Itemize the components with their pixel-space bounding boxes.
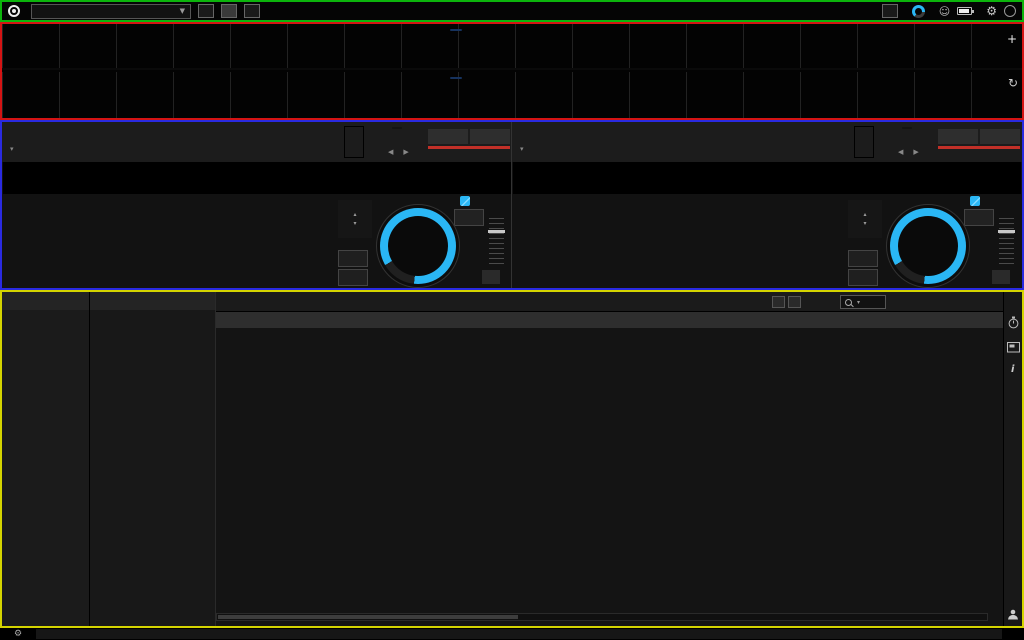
- app-logo: [8, 5, 24, 17]
- key-badge: [392, 127, 402, 129]
- scrollbar-thumb[interactable]: [218, 615, 518, 619]
- search-input[interactable]: ▾: [840, 295, 886, 309]
- tempo-range-indicator: [938, 146, 1020, 149]
- settings-gear-icon[interactable]: ⚙: [986, 5, 997, 17]
- deck-2: ▾ ◀ ▶: [512, 122, 1022, 288]
- master-button[interactable]: [428, 129, 468, 144]
- jog-wheel[interactable]: [886, 204, 970, 288]
- prelisten-stopwatch-icon[interactable]: [1007, 316, 1020, 329]
- search-filter-caret-icon[interactable]: ▾: [857, 299, 860, 306]
- smartmix-settings-icon[interactable]: ⚙: [14, 630, 22, 639]
- quantize-button[interactable]: [992, 270, 1010, 284]
- info-icon[interactable]: i: [1011, 364, 1014, 375]
- jog-display: [388, 216, 448, 276]
- link-button[interactable]: [882, 4, 898, 18]
- pitch-nudge[interactable]: ◀ ▶: [388, 148, 409, 156]
- deck-waveform-canvas[interactable]: [3, 162, 511, 194]
- deck-header: ▾ ◀ ▶: [512, 122, 1022, 162]
- table-toolbar: ▾: [216, 292, 1006, 312]
- assistant-smiley-icon[interactable]: ☺: [939, 6, 950, 17]
- rec-button[interactable]: [244, 4, 260, 18]
- fx-button[interactable]: [198, 4, 214, 18]
- library-section: ▾ i: [0, 290, 1024, 628]
- slip-button[interactable]: [454, 209, 484, 226]
- waveform-overview: + ↻: [0, 22, 1024, 120]
- pitch-nudge[interactable]: ◀ ▶: [898, 148, 919, 156]
- user-profile-icon[interactable]: [1007, 609, 1019, 620]
- loop-down-icon[interactable]: ▾: [863, 220, 866, 227]
- library-header: [2, 292, 89, 310]
- loop-up-icon[interactable]: ▴: [353, 211, 356, 218]
- beat-offset-badge: [450, 29, 462, 31]
- pitch-meter[interactable]: [344, 126, 364, 158]
- slip-mode-badge: [970, 196, 980, 206]
- fader-handle[interactable]: [998, 230, 1015, 233]
- volume-fader[interactable]: [999, 218, 1014, 264]
- beatmatch-refresh-icon[interactable]: ↻: [1008, 76, 1018, 90]
- deck-waveform-strip[interactable]: [513, 162, 1021, 194]
- overview-waveform-canvas[interactable]: [2, 72, 1022, 118]
- table-header: [216, 312, 1006, 328]
- layout-select[interactable]: ▼: [31, 4, 191, 19]
- quantize-button[interactable]: [482, 270, 500, 284]
- play-button[interactable]: [848, 269, 878, 286]
- sync-button[interactable]: [980, 129, 1020, 144]
- loop-size-control[interactable]: ▴ ▾: [848, 200, 882, 238]
- help-icon[interactable]: [1004, 5, 1016, 17]
- slip-mode-badge: [460, 196, 470, 206]
- battery-icon: [957, 7, 972, 15]
- loop-up-icon[interactable]: ▴: [863, 211, 866, 218]
- horizontal-scrollbar[interactable]: [216, 613, 988, 621]
- overview-lane-deck2[interactable]: [2, 72, 1022, 118]
- nudge-left-icon[interactable]: ◀: [898, 148, 903, 156]
- nudge-right-icon[interactable]: ▶: [403, 148, 408, 156]
- beat-offset-badge: [450, 77, 462, 79]
- library-sidebar: [2, 292, 90, 626]
- play-button[interactable]: [338, 269, 368, 286]
- search-icon: [845, 299, 852, 306]
- mixer-button[interactable]: [221, 4, 237, 18]
- master-button[interactable]: [938, 129, 978, 144]
- pad-mode-tabs: [514, 200, 830, 221]
- key-badge: [902, 127, 912, 129]
- deck-waveform-canvas[interactable]: [513, 162, 1021, 194]
- overview-waveform-canvas[interactable]: [2, 24, 1022, 70]
- cue-button[interactable]: [338, 250, 368, 267]
- pad-mode-tabs: [4, 200, 320, 221]
- djuced-app: ▼ ☺ ⚙ + ↻: [0, 0, 1024, 640]
- loop-size-control[interactable]: ▴ ▾: [338, 200, 372, 238]
- preview-pane-icon[interactable]: [1007, 342, 1020, 353]
- song-library-header: [90, 292, 215, 310]
- jog-display: [898, 216, 958, 276]
- deck-collapse-icon[interactable]: ▾: [10, 145, 14, 153]
- library-side-toolbar: i: [1003, 292, 1022, 626]
- chevron-down-icon: ▼: [180, 7, 185, 15]
- deck-collapse-icon[interactable]: ▾: [520, 145, 524, 153]
- slip-button[interactable]: [964, 209, 994, 226]
- djuced-logo-icon: [8, 5, 20, 17]
- nudge-right-icon[interactable]: ▶: [913, 148, 918, 156]
- jog-wheel[interactable]: [376, 204, 460, 288]
- overview-lane-deck1[interactable]: [2, 24, 1022, 70]
- master-volume-knob[interactable]: [912, 5, 925, 18]
- pitch-meter[interactable]: [854, 126, 874, 158]
- zoom-in-icon[interactable]: +: [1007, 32, 1017, 46]
- remove-track-button[interactable]: [772, 296, 785, 308]
- loop-down-icon[interactable]: ▾: [353, 220, 356, 227]
- status-bar: ⚙: [0, 628, 1024, 640]
- song-library-tree: [90, 292, 216, 626]
- deck-header: ▾ ◀ ▶: [2, 122, 511, 162]
- sync-button[interactable]: [470, 129, 510, 144]
- nudge-left-icon[interactable]: ◀: [388, 148, 393, 156]
- fader-handle[interactable]: [488, 230, 505, 233]
- tempo-range-indicator: [428, 146, 510, 149]
- deck-waveform-strip[interactable]: [3, 162, 511, 194]
- cue-button[interactable]: [848, 250, 878, 267]
- add-track-button[interactable]: [788, 296, 801, 308]
- decks-section: ▾ ◀ ▶: [0, 120, 1024, 290]
- volume-fader[interactable]: [489, 218, 504, 264]
- deck-1: ▾ ◀ ▶: [2, 122, 512, 288]
- top-bar: ▼ ☺ ⚙: [0, 0, 1024, 22]
- status-message: [36, 629, 1002, 639]
